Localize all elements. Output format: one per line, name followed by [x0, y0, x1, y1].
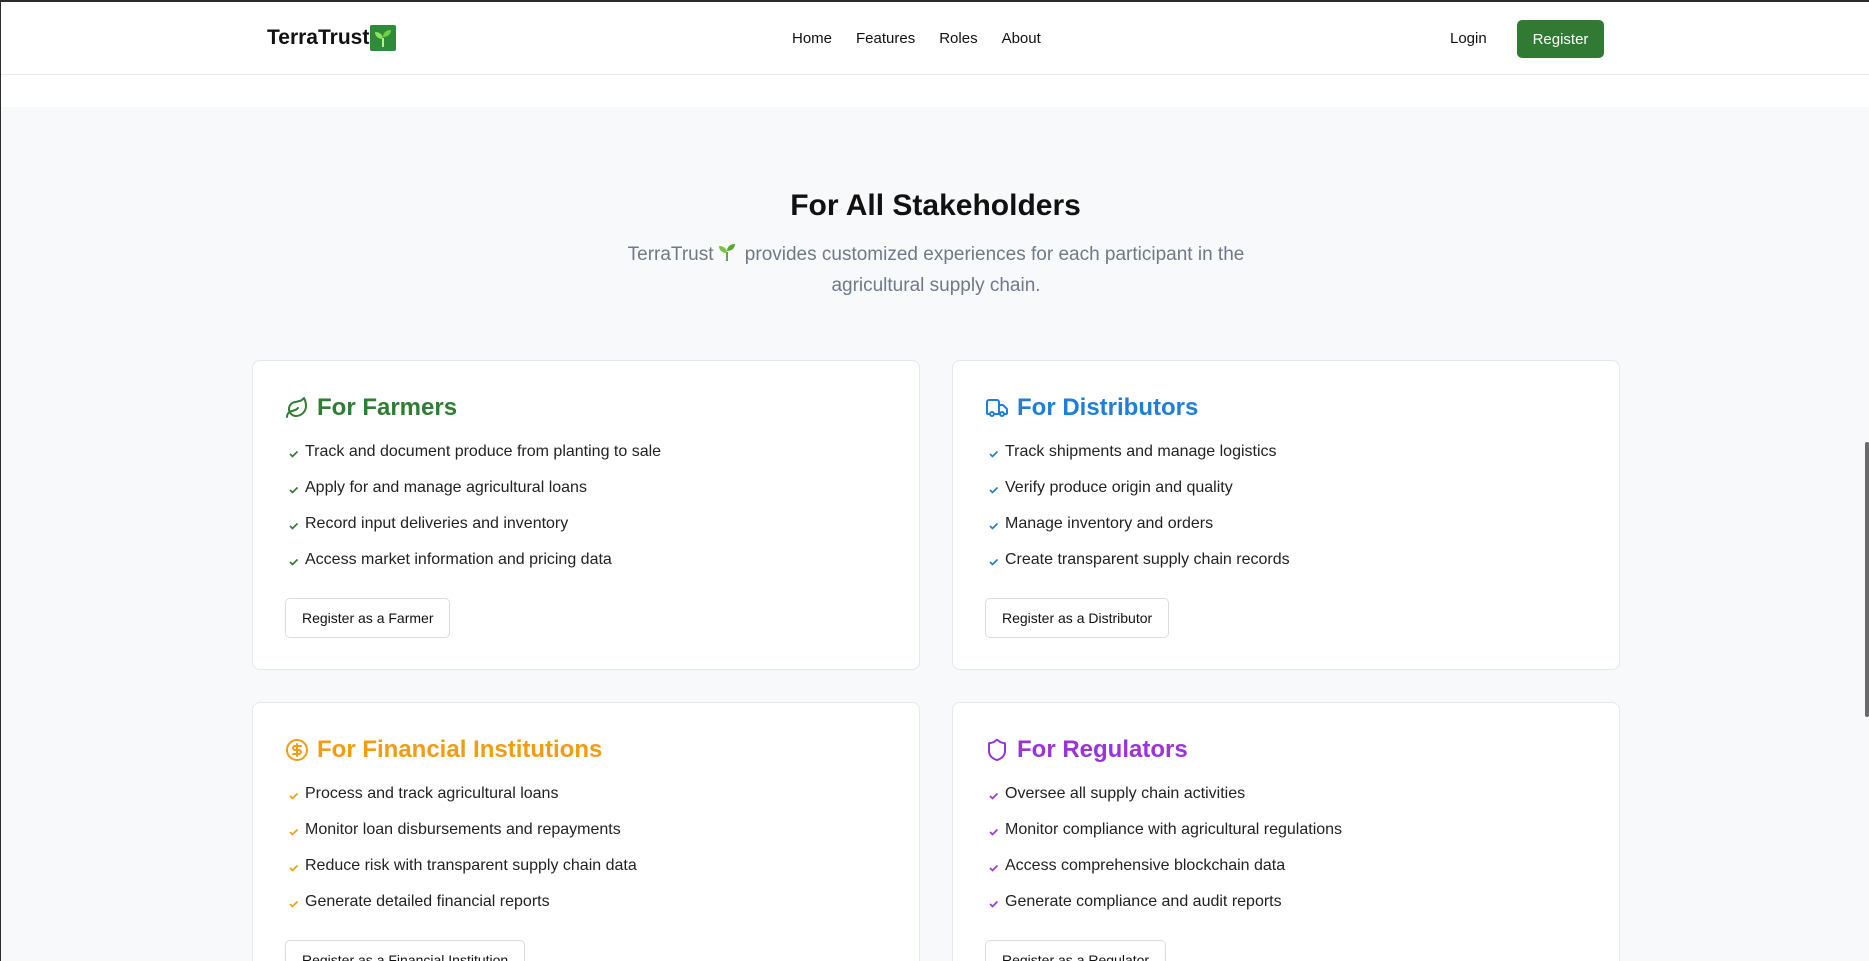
- card-title-text: For Regulators: [1017, 736, 1188, 763]
- check-icon: [289, 864, 299, 872]
- login-link[interactable]: Login: [1450, 30, 1487, 47]
- main-nav: Home Features Roles About: [792, 30, 1041, 47]
- feature-text: Track and document produce from planting…: [305, 443, 662, 460]
- card-title-text: For Farmers: [317, 394, 458, 421]
- check-icon: [989, 486, 999, 494]
- check-icon: [289, 900, 299, 908]
- feature-text: Access comprehensive blockchain data: [1005, 857, 1286, 874]
- card-title: For Farmers: [285, 394, 457, 422]
- section-subtitle: TerraTrust provides customized experienc…: [581, 241, 1291, 300]
- distributors-card: For Distributors Track shipments and man…: [952, 360, 1620, 670]
- financial-card: For Financial Institutions Process and t…: [252, 702, 920, 961]
- feature-text: Generate compliance and audit reports: [1005, 893, 1282, 910]
- feature-item: Generate detailed financial reports: [285, 893, 637, 929]
- stakeholders-section: For All Stakeholders TerraTrust provides…: [1, 107, 1869, 961]
- check-icon: [989, 828, 999, 836]
- feature-text: Reduce risk with transparent supply chai…: [305, 857, 637, 874]
- feature-text: Monitor compliance with agricultural reg…: [1005, 821, 1343, 838]
- register-farmer-button[interactable]: Register as a Farmer: [285, 598, 451, 638]
- feature-text: Access market information and pricing da…: [305, 551, 612, 568]
- feature-item: Access comprehensive blockchain data: [985, 857, 1342, 893]
- feature-text: Process and track agricultural loans: [305, 785, 559, 802]
- page: TerraTrust Home Features Roles About Log…: [0, 0, 1869, 961]
- register-button[interactable]: Register: [1517, 20, 1604, 58]
- feature-item: Process and track agricultural loans: [285, 785, 637, 821]
- feature-item: Track and document produce from planting…: [285, 443, 661, 479]
- feature-text: Track shipments and manage logistics: [1005, 443, 1277, 460]
- feature-text: Apply for and manage agricultural loans: [305, 479, 587, 496]
- shield-icon: [985, 737, 1011, 763]
- feature-item: Verify produce origin and quality: [985, 479, 1290, 515]
- sprout-emoji-icon: [716, 241, 738, 272]
- check-icon: [289, 558, 299, 566]
- card-title-text: For Financial Institutions: [317, 736, 603, 763]
- nav-about[interactable]: About: [1002, 30, 1041, 47]
- section-title: For All Stakeholders: [790, 189, 1081, 222]
- top-navbar: TerraTrust Home Features Roles About Log…: [1, 2, 1869, 75]
- feature-item: Monitor compliance with agricultural reg…: [985, 821, 1342, 857]
- check-icon: [289, 486, 299, 494]
- feature-text: Create transparent supply chain records: [1005, 551, 1290, 568]
- check-icon: [989, 558, 999, 566]
- feature-item: Monitor loan disbursements and repayment…: [285, 821, 637, 857]
- feature-item: Access market information and pricing da…: [285, 551, 661, 587]
- check-icon: [289, 828, 299, 836]
- feature-list: Track and document produce from planting…: [285, 443, 661, 587]
- feature-text: Generate detailed financial reports: [305, 893, 550, 910]
- feature-list: Oversee all supply chain activities Moni…: [985, 785, 1342, 929]
- check-icon: [989, 450, 999, 458]
- brand-logo[interactable]: TerraTrust: [267, 25, 397, 51]
- feature-item: Generate compliance and audit reports: [985, 893, 1342, 929]
- feature-item: Manage inventory and orders: [985, 515, 1290, 551]
- feature-text: Verify produce origin and quality: [1005, 479, 1233, 496]
- card-title: For Financial Institutions: [285, 736, 602, 764]
- feature-list: Process and track agricultural loans Mon…: [285, 785, 637, 929]
- check-icon: [989, 864, 999, 872]
- page-scrollbar[interactable]: [1865, 442, 1869, 717]
- feature-text: Record input deliveries and inventory: [305, 515, 569, 532]
- register-financial-button[interactable]: Register as a Financial Institution: [285, 940, 526, 961]
- check-icon: [289, 792, 299, 800]
- nav-roles[interactable]: Roles: [939, 30, 977, 47]
- check-icon: [989, 900, 999, 908]
- feature-text: Oversee all supply chain activities: [1005, 785, 1246, 802]
- brand-name: TerraTrust: [267, 26, 370, 49]
- card-title-text: For Distributors: [1017, 394, 1199, 421]
- register-distributor-button[interactable]: Register as a Distributor: [985, 598, 1170, 638]
- regulators-card: For Regulators Oversee all supply chain …: [952, 702, 1620, 961]
- leaf-icon: [285, 395, 311, 421]
- feature-item: Record input deliveries and inventory: [285, 515, 661, 551]
- feature-list: Track shipments and manage logistics Ver…: [985, 443, 1290, 587]
- check-icon: [289, 450, 299, 458]
- subtitle-brand: TerraTrust: [627, 244, 714, 265]
- truck-icon: [985, 395, 1011, 421]
- nav-home[interactable]: Home: [792, 30, 832, 47]
- check-icon: [989, 522, 999, 530]
- feature-item: Track shipments and manage logistics: [985, 443, 1290, 479]
- feature-text: Manage inventory and orders: [1005, 515, 1214, 532]
- nav-features[interactable]: Features: [856, 30, 915, 47]
- card-title: For Regulators: [985, 736, 1188, 764]
- farmers-card: For Farmers Track and document produce f…: [252, 360, 920, 670]
- register-regulator-button[interactable]: Register as a Regulator: [985, 940, 1167, 961]
- check-icon: [289, 522, 299, 530]
- card-title: For Distributors: [985, 394, 1198, 422]
- sprout-icon: [370, 25, 397, 51]
- feature-item: Create transparent supply chain records: [985, 551, 1290, 587]
- check-icon: [989, 792, 999, 800]
- feature-item: Oversee all supply chain activities: [985, 785, 1342, 821]
- feature-item: Reduce risk with transparent supply chai…: [285, 857, 637, 893]
- dollar-circle-icon: [285, 737, 311, 763]
- feature-item: Apply for and manage agricultural loans: [285, 479, 661, 515]
- subtitle-text: provides customized experiences for each…: [739, 244, 1245, 296]
- feature-text: Monitor loan disbursements and repayment…: [305, 821, 621, 838]
